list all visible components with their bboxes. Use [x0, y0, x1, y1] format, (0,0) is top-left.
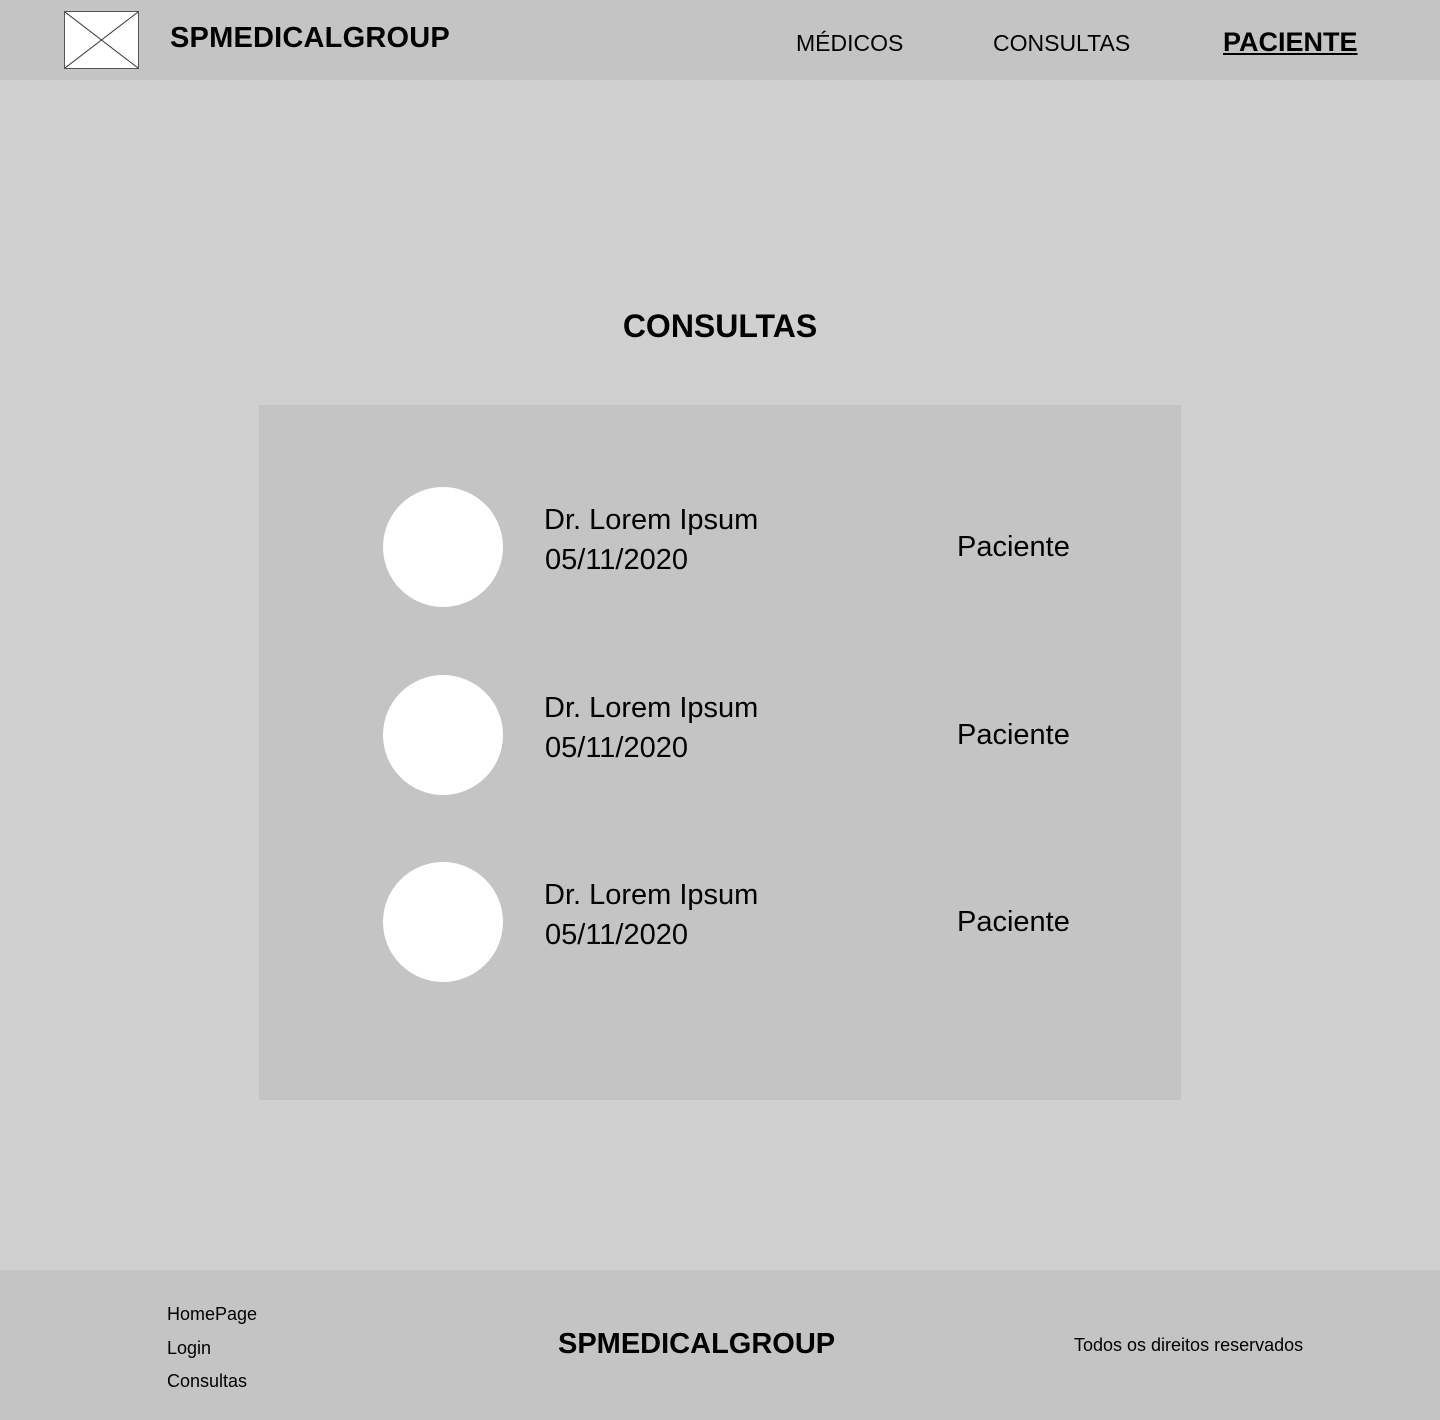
appointments-panel: Dr. Lorem Ipsum 05/11/2020 Paciente Dr. … [259, 405, 1181, 1100]
avatar [383, 675, 503, 795]
footer-copyright: Todos os direitos reservados [1074, 1335, 1304, 1355]
site-header: SPMEDICALGROUP MÉDICOS CONSULTAS PACIENT… [0, 0, 1440, 80]
appointment-date: 05/11/2020 [545, 919, 688, 951]
footer-link-homepage[interactable]: HomePage [167, 1304, 257, 1325]
appointment-date: 05/11/2020 [545, 544, 688, 576]
appointment-item[interactable]: Dr. Lorem Ipsum 05/11/2020 Paciente [259, 862, 1181, 982]
brand-name[interactable]: SPMEDICALGROUP [170, 22, 450, 55]
nav-medicos[interactable]: MÉDICOS [796, 30, 903, 57]
appointment-item[interactable]: Dr. Lorem Ipsum 05/11/2020 Paciente [259, 487, 1181, 607]
appointment-doctor: Dr. Lorem Ipsum [544, 504, 759, 536]
appointment-patient-link[interactable]: Paciente [957, 531, 1070, 564]
site-footer: HomePage Login Consultas SPMEDICALGROUP … [0, 1270, 1440, 1420]
appointment-doctor: Dr. Lorem Ipsum [544, 879, 759, 911]
appointment-doctor: Dr. Lorem Ipsum [544, 692, 759, 724]
footer-link-consultas[interactable]: Consultas [167, 1371, 247, 1392]
logo-placeholder-icon[interactable] [64, 11, 139, 69]
appointment-date: 05/11/2020 [545, 732, 688, 764]
nav-paciente[interactable]: PACIENTE [1223, 27, 1358, 58]
appointment-item[interactable]: Dr. Lorem Ipsum 05/11/2020 Paciente [259, 675, 1181, 795]
avatar [383, 862, 503, 982]
footer-brand: SPMEDICALGROUP [558, 1328, 836, 1360]
appointment-patient-link[interactable]: Paciente [957, 719, 1070, 752]
nav-consultas[interactable]: CONSULTAS [993, 30, 1130, 57]
appointment-patient-link[interactable]: Paciente [957, 906, 1070, 939]
footer-link-login[interactable]: Login [167, 1338, 211, 1359]
page-title: CONSULTAS [622, 308, 818, 344]
avatar [383, 487, 503, 607]
